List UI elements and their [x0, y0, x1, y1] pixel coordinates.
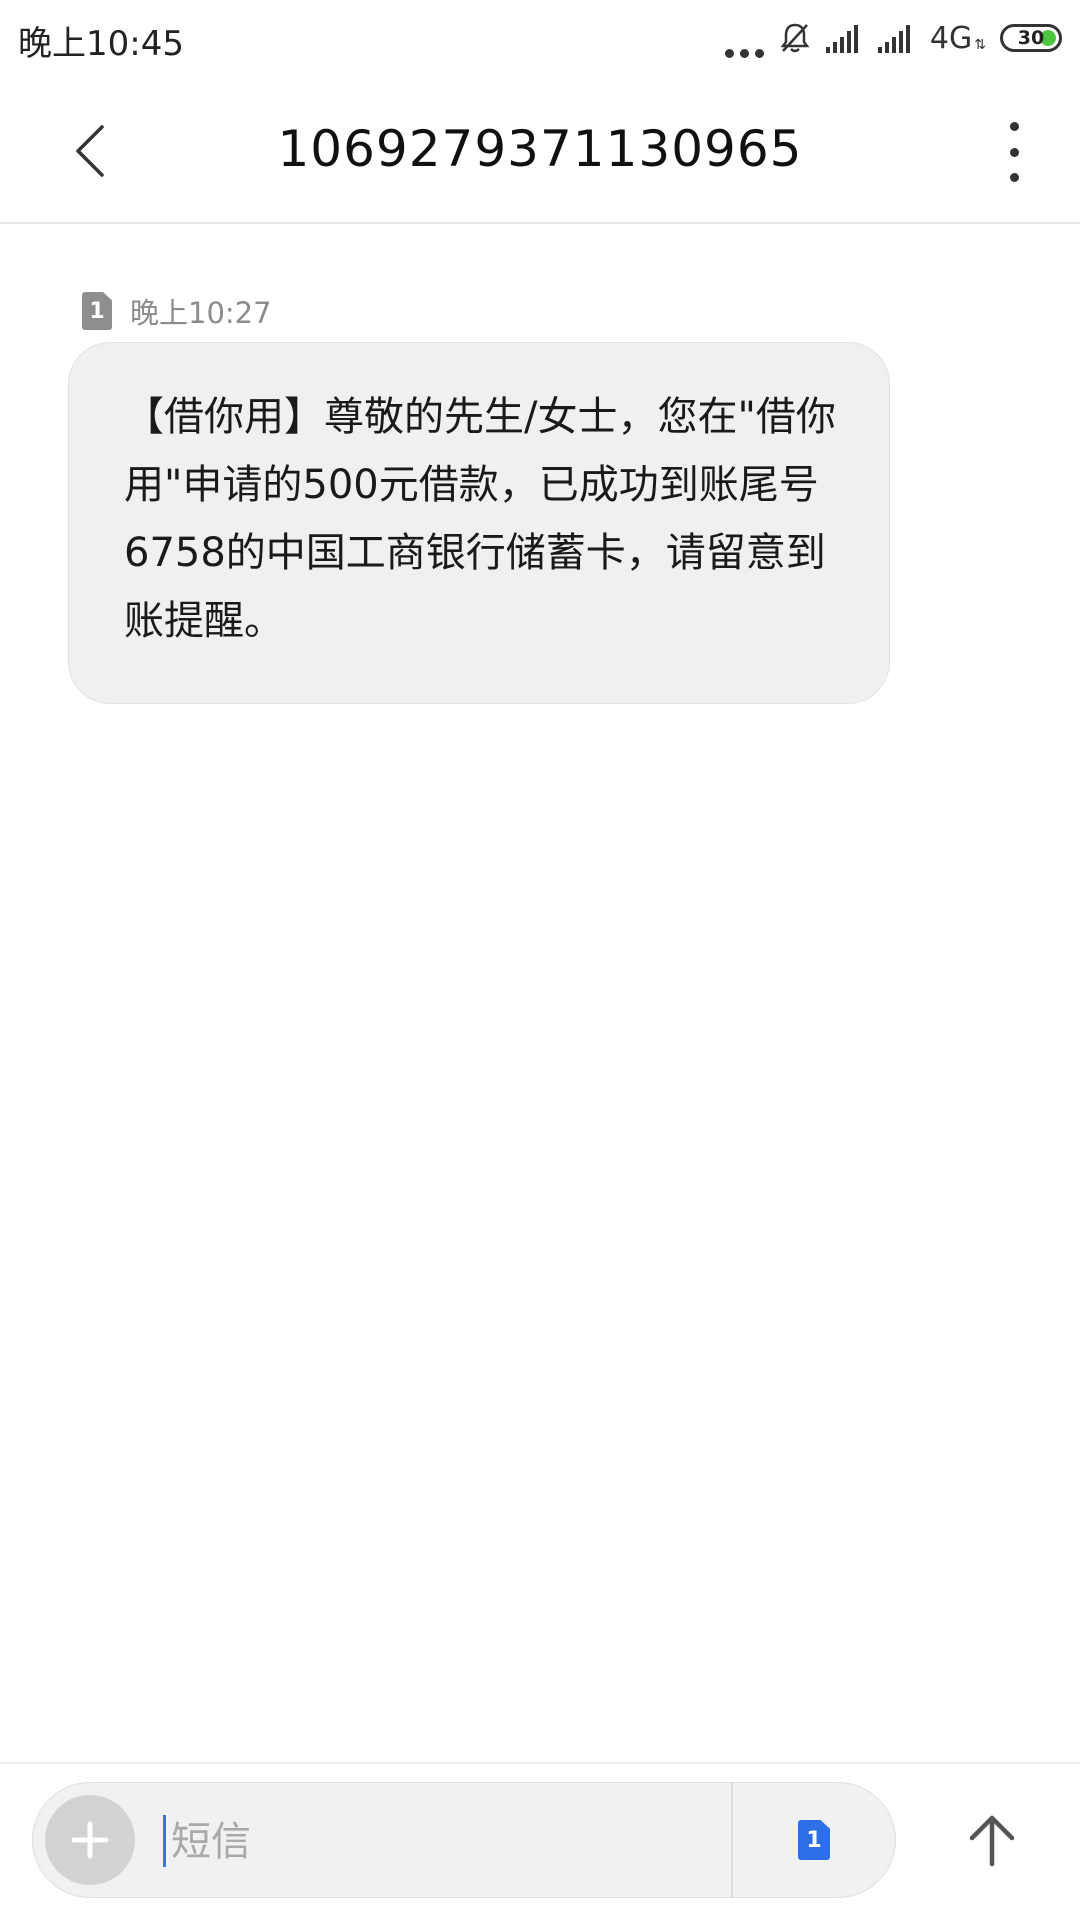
status-icons: 4G ⇅ 30 [724, 18, 1062, 58]
sms-input[interactable] [169, 1809, 733, 1875]
more-options-button[interactable] [994, 122, 1034, 182]
battery-level: 30 [1017, 27, 1045, 49]
add-attachment-button[interactable] [45, 1795, 135, 1885]
status-time: 晚上10:45 [18, 24, 184, 64]
battery-icon: 30 [1000, 24, 1062, 52]
send-button[interactable] [952, 1800, 1032, 1880]
text-caret [163, 1815, 166, 1867]
data-arrows-icon: ⇅ [974, 36, 986, 53]
arrow-up-icon [969, 1815, 1015, 1867]
network-type: 4G ⇅ [929, 20, 986, 56]
message-meta: 1 晚上10:27 [82, 290, 272, 332]
bell-muted-icon [780, 23, 810, 53]
signal-icon [877, 25, 910, 53]
message-bubble[interactable]: 【借你用】尊敬的先生/女士，您在"借你用"申请的500元借款，已成功到账尾号67… [68, 342, 890, 704]
more-dots-icon [724, 18, 764, 58]
sim-card-icon: 1 [82, 292, 112, 330]
sim-select-button[interactable]: 1 [733, 1783, 895, 1897]
status-bar: 晚上10:45 4G ⇅ 30 [0, 0, 1080, 76]
plus-icon [71, 1821, 109, 1859]
page-title: 1069279371130965 [277, 120, 803, 178]
composer-divider [0, 1762, 1080, 1764]
message-time: 晚上10:27 [130, 296, 272, 330]
signal-icon [825, 25, 858, 53]
composer-bar: 1 [32, 1782, 896, 1898]
conversation-header: 1069279371130965 [0, 76, 1080, 224]
sim-card-icon: 1 [798, 1820, 830, 1860]
more-vertical-icon [1009, 122, 1019, 131]
